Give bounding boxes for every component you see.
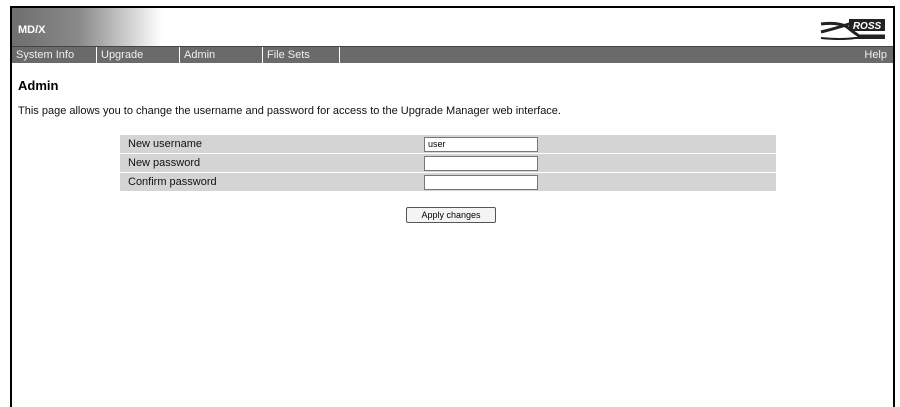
password-row: New password xyxy=(120,154,776,172)
browser-frame: MD/X ROSS System Info Upgrade Admin File… xyxy=(10,6,895,407)
password-input[interactable] xyxy=(424,155,538,171)
nav-item-help[interactable]: Help xyxy=(858,47,893,63)
nav-item-admin[interactable]: Admin xyxy=(180,47,263,63)
confirm-cell xyxy=(424,173,776,191)
nav-bar: System Info Upgrade Admin File Sets Help xyxy=(12,46,893,63)
username-label: New username xyxy=(128,138,202,150)
page-title: Admin xyxy=(18,78,59,93)
confirm-password-input[interactable] xyxy=(424,174,538,190)
app-title: MD/X xyxy=(18,24,46,36)
username-input[interactable] xyxy=(424,136,538,152)
header: MD/X ROSS xyxy=(12,8,893,46)
app-banner: MD/X xyxy=(12,8,162,46)
password-cell xyxy=(424,154,776,172)
ross-logo-icon: ROSS xyxy=(820,19,885,40)
password-label: New password xyxy=(128,157,201,169)
admin-form: New username New password Confirm passwo… xyxy=(120,134,776,192)
nav-item-system-info[interactable]: System Info xyxy=(12,47,97,63)
ross-logo: ROSS xyxy=(819,18,887,44)
username-row: New username xyxy=(120,135,776,153)
confirm-row: Confirm password xyxy=(120,173,776,191)
username-cell xyxy=(424,135,776,153)
page-description: This page allows you to change the usern… xyxy=(18,105,561,117)
confirm-label: Confirm password xyxy=(128,176,217,188)
brand-text: ROSS xyxy=(853,21,882,32)
nav-item-file-sets[interactable]: File Sets xyxy=(263,47,340,63)
apply-changes-button[interactable]: Apply changes xyxy=(406,207,496,223)
nav-item-upgrade[interactable]: Upgrade xyxy=(97,47,180,63)
